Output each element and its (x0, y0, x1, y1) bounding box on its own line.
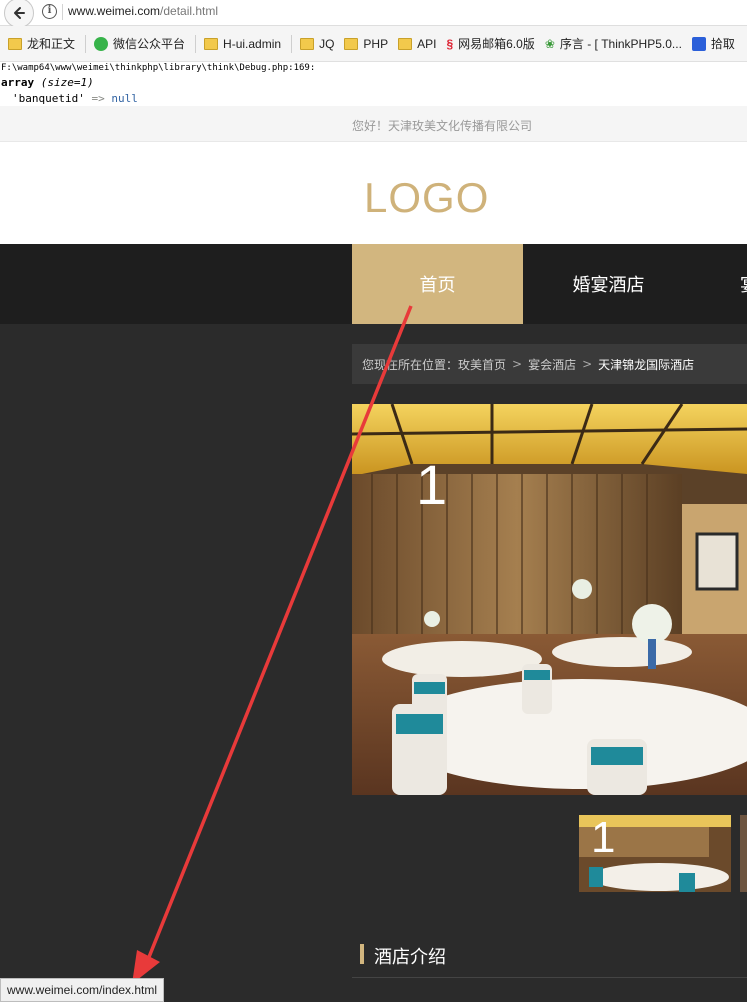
bookmark-label: 微信公众平台 (113, 37, 186, 51)
address-bar: i www.weimei.com/detail.html (0, 0, 747, 28)
bookmark-label: 拾取 (710, 37, 735, 51)
section-accent-bar (360, 944, 364, 964)
folder-icon (300, 37, 315, 50)
back-arrow-icon (14, 7, 25, 19)
debug-array-word: array (1, 76, 35, 89)
folder-icon (8, 37, 22, 50)
breadcrumb-banquet-link[interactable]: 宴会酒店 (528, 356, 576, 373)
bookmark-longhe[interactable]: 龙和正文 (8, 35, 75, 52)
debug-value: null (111, 92, 138, 105)
bookmark-label: API (417, 36, 437, 51)
slide-number: 1 (416, 453, 448, 516)
breadcrumb-separator: > (512, 357, 523, 371)
url-input[interactable]: www.weimei.com/detail.html (68, 4, 218, 18)
site-logo[interactable]: LOGO (364, 174, 489, 222)
back-button[interactable] (4, 0, 34, 28)
bookmark-label: 网易邮箱6.0版 (458, 37, 535, 51)
mail-icon: § (446, 36, 454, 51)
debug-size: (size=1) (40, 76, 94, 89)
section-title: 酒店介绍 (374, 947, 446, 968)
debug-output: F:\wamp64\www\weimei\thinkphp\library\th… (0, 62, 747, 106)
url-path: /detail.html (160, 4, 219, 18)
debug-key: 'banquetid' (12, 92, 85, 105)
url-divider (62, 4, 63, 20)
bookmark-label: 序言 - [ ThinkPHP5.0... (559, 37, 682, 51)
bookmark-divider (195, 34, 197, 53)
bookmark-jq[interactable]: JQ (300, 37, 334, 51)
bookmarks-bar: 龙和正文 微信公众平台 H-ui.admin JQ PHP API § 网易邮箱6… (0, 26, 747, 62)
gallery-thumbnail-next[interactable] (740, 815, 747, 892)
nav-item-banquet-hotels[interactable]: 婚宴酒店 (523, 244, 694, 324)
breadcrumb-home-link[interactable]: 玫美首页 (458, 356, 506, 373)
leaf-icon: ❀ (544, 36, 555, 51)
breadcrumb-current: 天津锦龙国际酒店 (598, 357, 695, 372)
nav-item-home[interactable]: 首页 (352, 244, 523, 324)
bookmark-pick[interactable]: 拾取 (691, 35, 735, 52)
debug-arrow: => (91, 92, 105, 105)
bookmark-label: JQ (319, 36, 335, 51)
info-icon[interactable]: i (42, 4, 57, 19)
thumbnail-number: 1 (591, 815, 616, 862)
breadcrumb-separator: > (582, 357, 593, 371)
status-bar-url: www.weimei.com/index.html (0, 978, 165, 1002)
url-host: www.weimei.com (68, 4, 161, 18)
breadcrumb: 您现在所在位置： 玫美首页 > 宴会酒店 > 天津锦龙国际酒店 (352, 344, 747, 384)
bookmark-api[interactable]: API (398, 37, 436, 51)
header: LOGO (0, 142, 747, 244)
banquet-hall-photo (352, 404, 747, 795)
bookmark-wechat[interactable]: 微信公众平台 (94, 35, 185, 52)
gallery-thumbnail[interactable]: 1 (579, 815, 731, 892)
top-greeting-bar: 您好！天津玫美文化传播有限公司 (0, 106, 747, 142)
paw-icon (691, 36, 706, 51)
bookmark-thinkphp[interactable]: ❀ 序言 - [ ThinkPHP5.0... (545, 35, 682, 52)
folder-icon (398, 37, 413, 50)
bookmark-label: H-ui.admin (223, 36, 282, 51)
greeting-text: 您好！天津玫美文化传播有限公司 (352, 119, 533, 133)
breadcrumb-prefix: 您现在所在位置： (362, 357, 459, 372)
bookmark-php[interactable]: PHP (344, 37, 388, 51)
nav-item-next[interactable]: 宴 (740, 244, 747, 324)
debug-path: F:\wamp64\www\weimei\thinkphp\library\th… (1, 63, 316, 73)
wechat-icon (94, 36, 109, 51)
bookmark-label: PHP (363, 36, 389, 51)
bookmark-hui-admin[interactable]: H-ui.admin (204, 37, 281, 51)
folder-icon (344, 37, 359, 50)
bookmark-divider (85, 34, 87, 53)
bookmark-divider (291, 34, 293, 53)
section-header: 酒店介绍 (352, 936, 747, 978)
debug-array-line: array (size=1) (1, 76, 94, 89)
hotel-main-photo[interactable]: 1 (352, 404, 747, 795)
folder-icon (204, 37, 219, 50)
bookmark-label: 龙和正文 (27, 37, 76, 51)
debug-entry: 'banquetid' => null (12, 92, 138, 105)
bookmark-163-mail[interactable]: § 网易邮箱6.0版 (446, 35, 534, 52)
main-nav: 首页 婚宴酒店 宴 (0, 244, 747, 324)
